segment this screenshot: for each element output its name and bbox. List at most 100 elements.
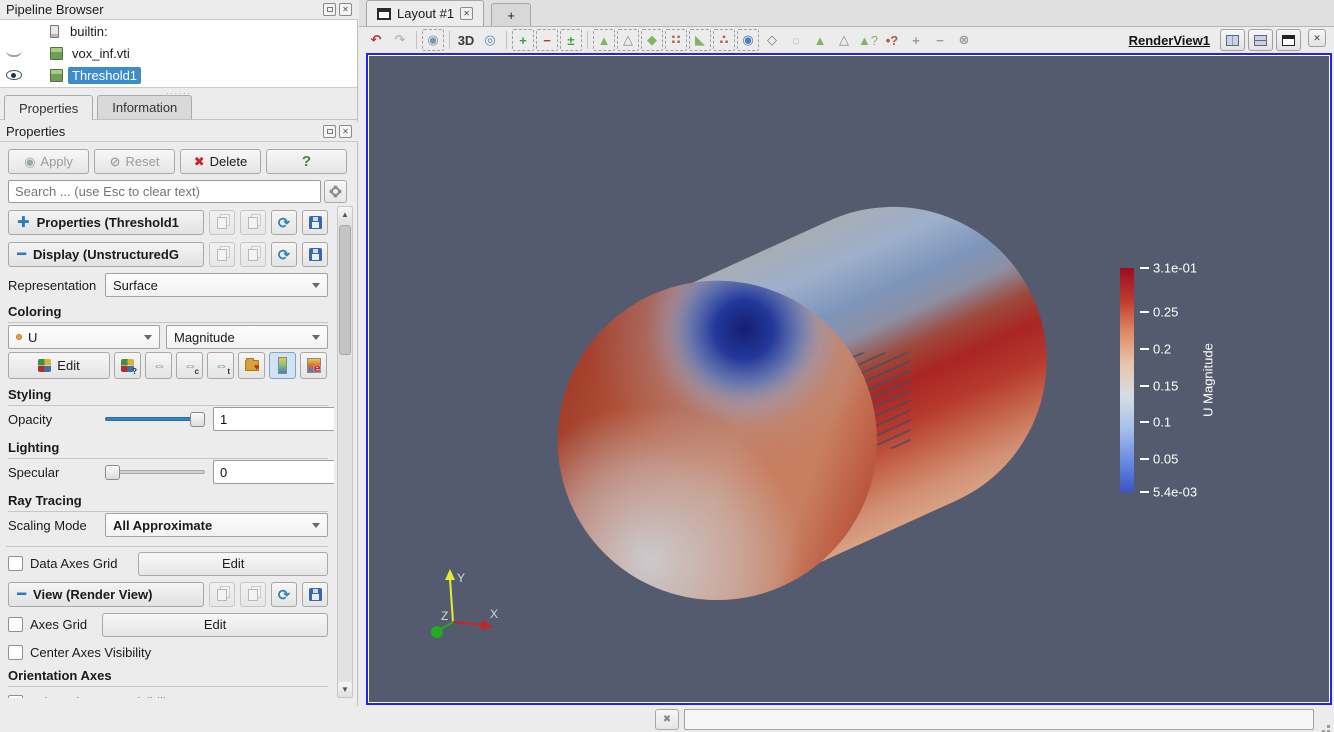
tab-layout-1[interactable]: Layout #1 ✕ bbox=[366, 0, 484, 26]
rescale-to-custom-range-button[interactable]: ⇔c bbox=[176, 352, 203, 379]
section-view-button[interactable]: ━View (Render View) bbox=[8, 582, 204, 607]
tab-information[interactable]: Information bbox=[97, 95, 192, 119]
close-view-button[interactable]: ✕ bbox=[1308, 29, 1326, 47]
select-points-on-icon[interactable]: △ bbox=[617, 29, 639, 51]
split-vertical-button[interactable] bbox=[1248, 29, 1273, 51]
color-legend-bar[interactable] bbox=[1120, 268, 1134, 492]
scroll-up-icon[interactable]: ▲ bbox=[338, 207, 352, 222]
paste-view-button[interactable] bbox=[240, 582, 266, 607]
pipeline-item-builtin[interactable]: builtin: bbox=[0, 20, 357, 42]
apply-button[interactable]: ◉Apply bbox=[8, 149, 89, 174]
select-block-icon[interactable]: ◇ bbox=[761, 29, 783, 51]
interactive-select-cells-icon[interactable]: ▲ bbox=[809, 29, 831, 51]
data-axes-grid-checkbox[interactable] bbox=[8, 556, 23, 571]
grow-selection-icon[interactable]: + bbox=[905, 29, 927, 51]
shrink-selection-icon[interactable]: − bbox=[929, 29, 951, 51]
plus-icon: ✚ bbox=[17, 218, 30, 228]
opacity-slider[interactable] bbox=[105, 411, 205, 427]
search-row bbox=[8, 180, 347, 203]
data-axes-grid-edit-button[interactable]: Edit bbox=[138, 552, 328, 576]
abort-progress-button[interactable]: ✖ bbox=[655, 709, 679, 730]
paste-display-button[interactable] bbox=[240, 242, 266, 267]
choose-preset-button[interactable]: ♥ bbox=[238, 352, 265, 379]
render-viewport[interactable]: Y X Z U Magnitude 3.1e-010.250.20.150.10… bbox=[369, 56, 1329, 702]
save-defaults-button[interactable] bbox=[302, 210, 328, 235]
zoom-to-box-icon[interactable]: ± bbox=[560, 29, 582, 51]
search-options-button[interactable] bbox=[324, 180, 347, 203]
scaling-mode-row: Scaling Mode All Approximate bbox=[8, 512, 328, 538]
copy-properties-button[interactable] bbox=[209, 210, 235, 235]
maximize-view-button[interactable] bbox=[1276, 29, 1301, 51]
scrollbar-thumb[interactable] bbox=[339, 225, 351, 355]
add-layout-tab[interactable]: + bbox=[491, 3, 531, 26]
tab-properties[interactable]: Properties bbox=[4, 95, 93, 120]
zoom-to-data-icon[interactable]: ◎ bbox=[479, 29, 501, 51]
interactive-select-points-icon[interactable]: △ bbox=[833, 29, 855, 51]
close-layout-tab-icon[interactable]: ✕ bbox=[460, 7, 473, 20]
paste-properties-button[interactable] bbox=[240, 210, 266, 235]
delete-button[interactable]: ✖Delete bbox=[180, 149, 261, 174]
select-points-polygon-icon[interactable]: ∴ bbox=[713, 29, 735, 51]
orientation-axes-visibility-checkbox[interactable] bbox=[8, 695, 23, 698]
properties-scrollbar[interactable]: ▲ ▼ bbox=[337, 206, 353, 698]
resize-grip[interactable] bbox=[1327, 725, 1330, 728]
show-color-legend-button[interactable] bbox=[269, 352, 296, 379]
select-cells-on-icon[interactable]: ▲ bbox=[593, 29, 615, 51]
close-panel-icon[interactable]: ✕ bbox=[339, 125, 352, 138]
apply-icon: ◉ bbox=[24, 154, 35, 170]
pipeline-item-vox-inf[interactable]: vox_inf.vti bbox=[0, 42, 357, 64]
component-combobox[interactable]: Magnitude bbox=[166, 325, 328, 349]
query-cells-icon[interactable]: ▲? bbox=[857, 29, 879, 51]
camera-redo-icon[interactable]: ↷ bbox=[389, 29, 411, 51]
select-cells-polygon-icon[interactable]: ◣ bbox=[689, 29, 711, 51]
select-cells-through-icon[interactable]: ◆ bbox=[641, 29, 663, 51]
interactive-select-icon[interactable]: ◉ bbox=[737, 29, 759, 51]
edit-colormap-button[interactable]: Edit bbox=[8, 352, 110, 379]
reset-button[interactable]: ⊘Reset bbox=[94, 149, 175, 174]
scaling-mode-combobox[interactable]: All Approximate bbox=[105, 513, 328, 537]
clear-selection-icon[interactable]: ⊗ bbox=[953, 29, 975, 51]
hover-cells-icon[interactable]: ◌ bbox=[785, 29, 807, 51]
reset-display-defaults-button[interactable]: ⟳ bbox=[271, 242, 297, 267]
toggle-2d-3d-icon[interactable]: 3D bbox=[455, 29, 477, 51]
rescale-to-data-range-button[interactable]: ? bbox=[114, 352, 141, 379]
center-axes-checkbox[interactable] bbox=[8, 645, 23, 660]
color-array-combobox[interactable]: U bbox=[8, 325, 160, 349]
axes-grid-edit-button[interactable]: Edit bbox=[102, 613, 328, 637]
close-panel-icon[interactable]: ✕ bbox=[339, 3, 352, 16]
axes-grid-checkbox[interactable] bbox=[8, 617, 23, 632]
search-input[interactable] bbox=[8, 180, 321, 203]
specular-input[interactable] bbox=[213, 460, 334, 484]
zoom-in-icon[interactable]: + bbox=[512, 29, 534, 51]
select-points-through-icon[interactable]: ∷ bbox=[665, 29, 687, 51]
split-horizontal-button[interactable] bbox=[1220, 29, 1245, 51]
pipeline-item-threshold1[interactable]: Threshold1 bbox=[0, 64, 357, 86]
chevron-down-icon bbox=[144, 335, 152, 340]
reset-defaults-button[interactable]: ⟳ bbox=[271, 210, 297, 235]
edit-color-legend-button[interactable] bbox=[300, 352, 327, 379]
section-display-button[interactable]: ━Display (UnstructuredG bbox=[8, 242, 204, 267]
zoom-out-icon[interactable]: − bbox=[536, 29, 558, 51]
chevron-down-icon bbox=[312, 335, 320, 340]
rescale-to-visible-range-button[interactable]: ⇔t bbox=[207, 352, 234, 379]
copy-display-button[interactable] bbox=[209, 242, 235, 267]
visibility-eye-open-icon[interactable] bbox=[6, 70, 22, 80]
copy-view-button[interactable] bbox=[209, 582, 235, 607]
help-button[interactable]: ? bbox=[266, 149, 347, 174]
float-panel-icon[interactable] bbox=[323, 125, 336, 138]
reset-view-defaults-button[interactable]: ⟳ bbox=[271, 582, 297, 607]
opacity-input[interactable] bbox=[213, 407, 334, 431]
section-properties-button[interactable]: ✚Properties (Threshold1 bbox=[8, 210, 204, 235]
visibility-eye-closed-icon[interactable] bbox=[6, 50, 22, 57]
query-points-icon[interactable]: •? bbox=[881, 29, 903, 51]
float-panel-icon[interactable] bbox=[323, 3, 336, 16]
representation-combobox[interactable]: Surface bbox=[105, 273, 328, 297]
specular-slider[interactable] bbox=[105, 464, 205, 480]
rescale-over-time-button[interactable]: ⇔ bbox=[145, 352, 172, 379]
camera-undo-icon[interactable]: ↶ bbox=[365, 29, 387, 51]
save-view-defaults-button[interactable] bbox=[302, 582, 328, 607]
render-view-name[interactable]: RenderView1 bbox=[1129, 33, 1210, 48]
capture-screenshot-icon[interactable]: ◉ bbox=[422, 29, 444, 51]
save-display-defaults-button[interactable] bbox=[302, 242, 328, 267]
scroll-down-icon[interactable]: ▼ bbox=[338, 682, 352, 697]
